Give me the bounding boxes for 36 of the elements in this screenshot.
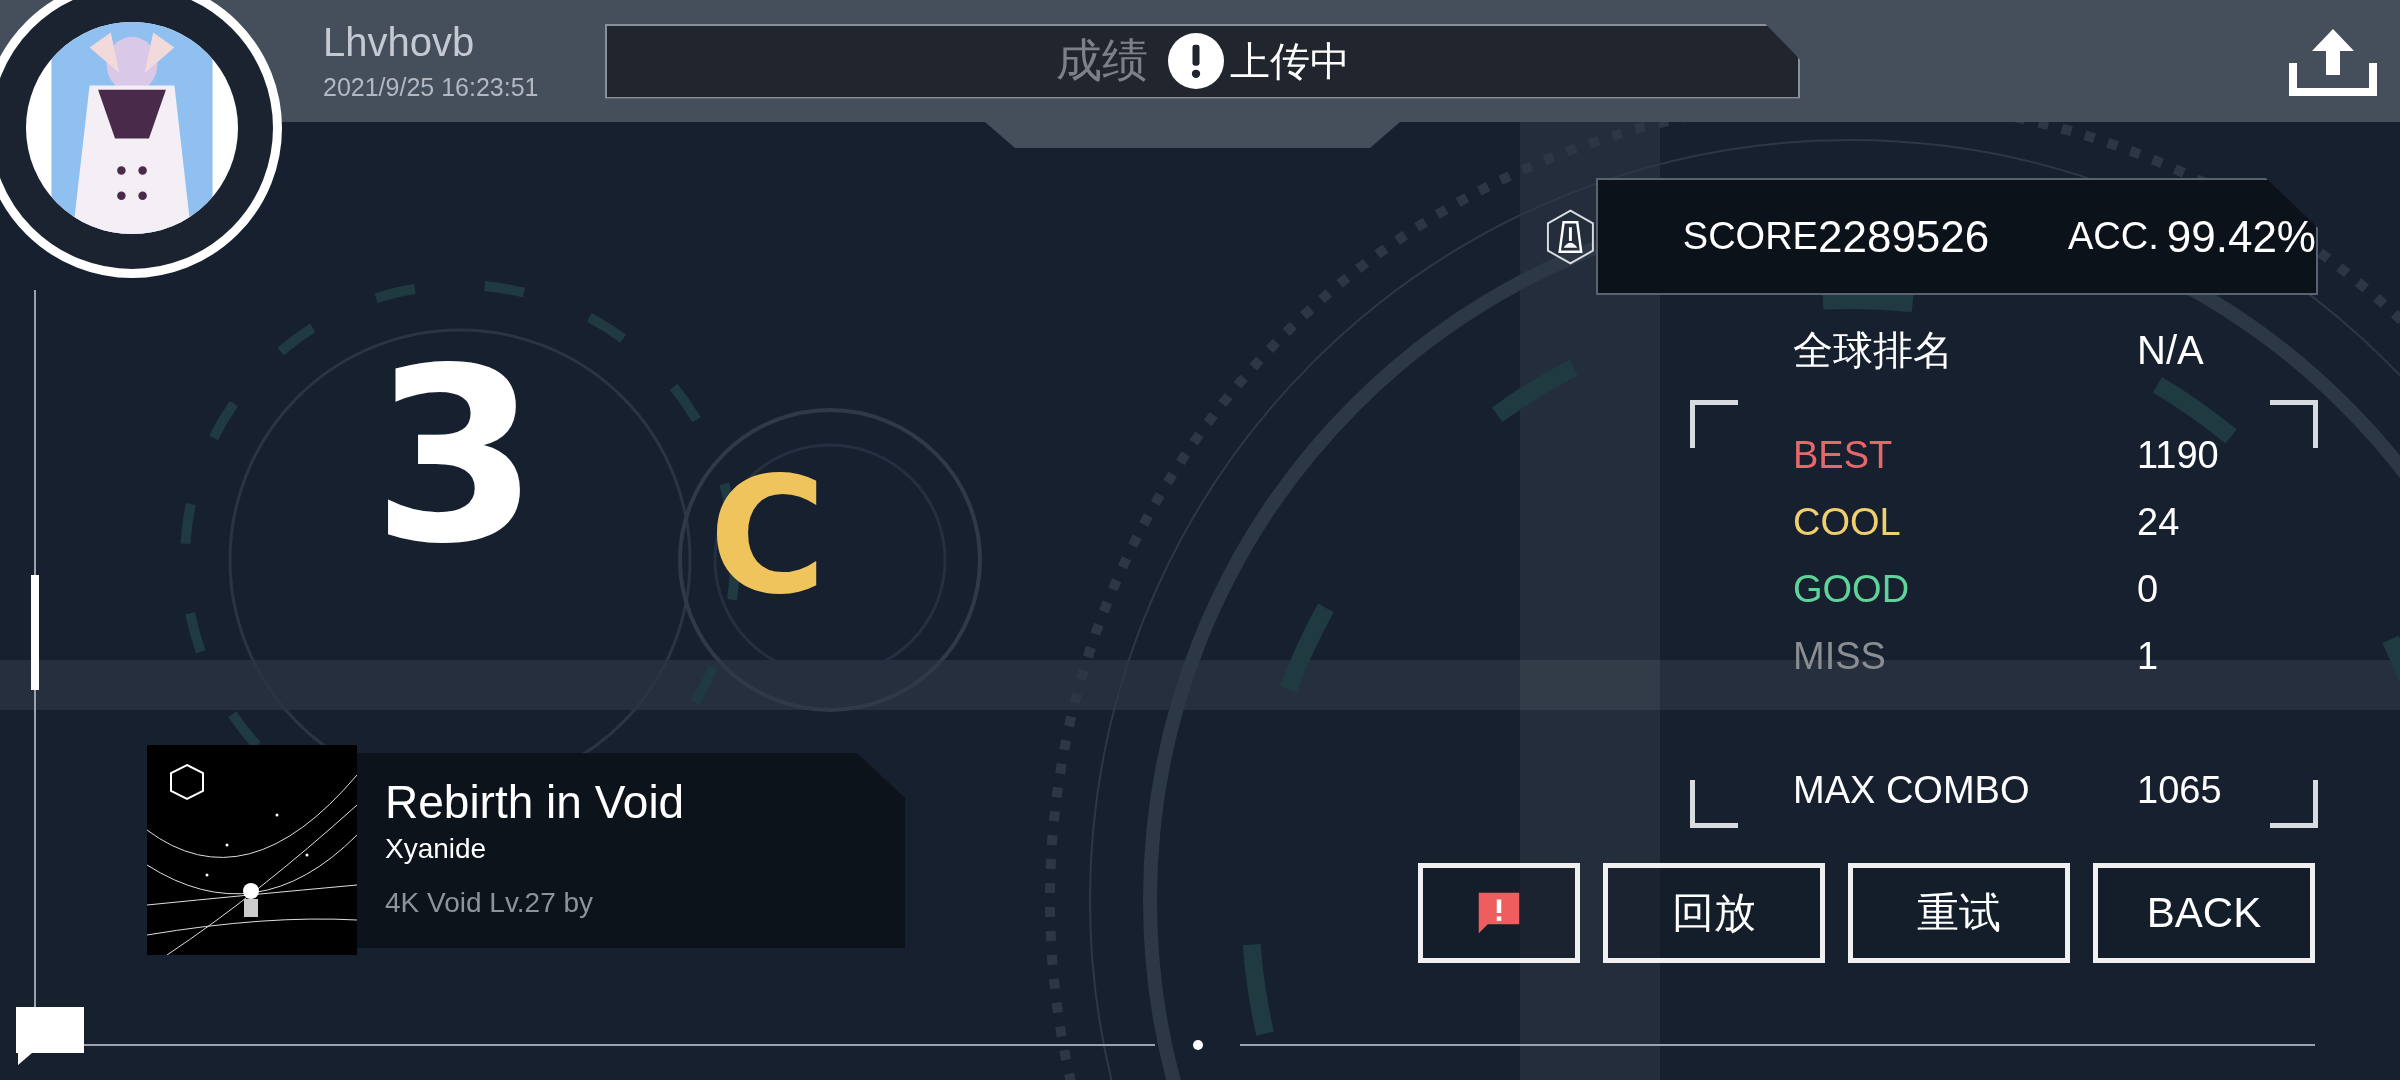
global-rank-label: 全球排名 [1793, 326, 1954, 374]
player-name: Lhvhovb [323, 20, 476, 65]
judgement-label: GOOD [1793, 568, 1911, 611]
upload-status: 上传中 [1229, 37, 1350, 85]
report-button[interactable] [1418, 863, 1580, 963]
accuracy-value: 99.42% [2166, 211, 2316, 262]
corner-bracket [1690, 780, 1738, 828]
max-combo-value: 1065 [2137, 769, 2222, 812]
accuracy-label: ACC. [2067, 215, 2159, 258]
judgement-count: 24 [2137, 501, 2180, 544]
judgement-count: 1190 [2137, 434, 2219, 477]
score-label: SCORE [1682, 215, 1818, 258]
score-value: 2289526 [1817, 211, 1991, 262]
max-combo-label: MAX COMBO [1793, 769, 2031, 812]
page-indicator-dot [1193, 1040, 1203, 1050]
alert-icon [1167, 33, 1224, 89]
action-button[interactable]: BACK [2093, 863, 2315, 963]
judgement-count: 1 [2137, 635, 2159, 678]
corner-bracket [2270, 780, 2318, 828]
result-number: 3 [372, 337, 539, 577]
song-title: Rebirth in Void [385, 775, 686, 829]
song-artist: Xyanide [385, 833, 488, 865]
chart-info: 4K Void Lv.27 by [385, 887, 595, 919]
banner-title: 成绩 [1055, 33, 1148, 88]
action-button[interactable]: 重试 [1848, 863, 2070, 963]
judgement-label: BEST [1793, 434, 1894, 477]
judgement-label: MISS [1793, 635, 1887, 678]
metronome-icon [1545, 207, 1596, 266]
corner-bracket [2270, 400, 2318, 448]
judgement-count: 0 [2137, 568, 2159, 611]
judgement-label: COOL [1793, 501, 1902, 544]
rank-grade: C [709, 457, 827, 617]
play-datetime: 2021/9/25 16:23:51 [323, 73, 540, 102]
global-rank-value: N/A [2137, 327, 2204, 373]
action-button[interactable]: 回放 [1603, 863, 1825, 963]
corner-bracket [1690, 400, 1738, 448]
